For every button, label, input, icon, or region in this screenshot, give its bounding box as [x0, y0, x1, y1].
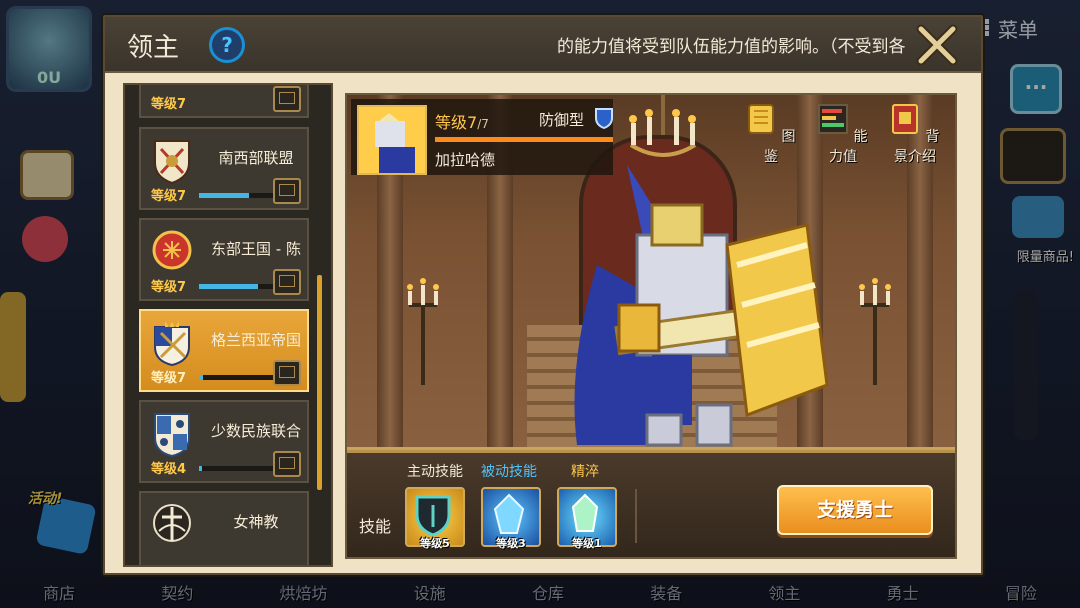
lord-progress-bar — [199, 375, 283, 380]
close-icon[interactable] — [913, 21, 961, 69]
list-item[interactable]: 南西部联盟 等级7 — [139, 127, 309, 210]
knight-sprite — [574, 165, 829, 447]
candelabra-icon — [407, 278, 439, 385]
story-book-icon — [892, 104, 919, 134]
passive-skill-slot[interactable]: 等级3 — [481, 487, 541, 550]
hero-info-card: 等级7/7 防御型 加拉哈德 — [351, 99, 613, 175]
hero-type: 防御型 — [539, 111, 585, 129]
lord-level: 等级7 — [151, 97, 187, 112]
hero-portrait[interactable] — [357, 105, 427, 175]
lord-level: 等级7 — [151, 189, 187, 204]
hero-name: 加拉哈德 — [435, 151, 496, 169]
refine-skill-slot[interactable]: 等级1 — [557, 487, 617, 550]
list-item[interactable]: 等级7 — [139, 85, 309, 118]
ice-crystal-skill-icon — [571, 493, 599, 532]
list-item[interactable]: 女神教 — [139, 491, 309, 565]
gransia-empire-emblem-icon — [154, 321, 190, 367]
stats-icon — [818, 104, 849, 134]
help-icon[interactable]: ? — [209, 27, 245, 63]
dark-shield-skill-icon — [415, 495, 451, 537]
lord-name: 东部王国 - 陈 — [211, 240, 301, 258]
lord-list[interactable]: 等级7 南西部联盟 等级7 东部王国 - 陈 等级7 格兰西亚帝国 等级7 少数… — [123, 83, 333, 567]
shield-icon — [595, 108, 613, 129]
codex-icon[interactable] — [273, 86, 301, 112]
skills-divider — [635, 489, 637, 543]
info-marquee: 的能力值将受到队伍能力值的影响。（不受到各 — [557, 37, 906, 57]
lord-level: 等级7 — [151, 280, 187, 295]
hero-actions: 图鉴 能力值 背景介绍 — [741, 103, 945, 166]
hero-level: 等级7/7 — [435, 113, 489, 132]
lord-progress-bar — [199, 284, 283, 289]
blue-crystal-skill-icon — [493, 493, 525, 534]
eastern-kingdom-emblem-icon — [152, 230, 192, 270]
southwest-alliance-emblem-icon — [154, 140, 190, 185]
codex-icon[interactable] — [273, 178, 301, 204]
dialog-title: 领主 — [127, 33, 180, 63]
codex-icon[interactable] — [273, 269, 301, 295]
hero-xp-bar — [435, 137, 613, 142]
lord-progress-bar — [199, 193, 283, 198]
codex-button[interactable]: 图鉴 — [741, 103, 801, 166]
minority-union-emblem-icon — [154, 413, 190, 458]
dialog-header: 领主 ? 的能力值将受到队伍能力值的影响。（不受到各 — [105, 17, 981, 73]
active-skill-header: 主动技能 — [407, 464, 463, 480]
codex-icon[interactable] — [273, 360, 301, 386]
candelabra-icon — [859, 278, 891, 385]
codex-icon[interactable] — [273, 451, 301, 477]
support-hero-button[interactable]: 支援勇士 — [777, 485, 933, 535]
lord-level: 等级7 — [151, 371, 187, 386]
lord-name: 少数民族联合 — [210, 422, 301, 440]
book-icon — [748, 104, 775, 134]
lord-level: 等级4 — [151, 462, 187, 477]
skills-bar: 主动技能 被动技能 精淬 技能 等级5 等级3 等级1 支援勇士 — [347, 450, 955, 557]
active-skill-slot[interactable]: 等级5 — [405, 487, 465, 550]
skills-label: 技能 — [359, 517, 392, 536]
background-story-button[interactable]: 背景介绍 — [885, 103, 945, 166]
list-item[interactable]: 少数民族联合 等级4 — [139, 400, 309, 483]
stats-button[interactable]: 能力值 — [813, 103, 873, 166]
list-item-selected[interactable]: 格兰西亚帝国 等级7 — [139, 309, 309, 392]
lord-progress-bar — [199, 466, 283, 471]
lord-name: 女神教 — [233, 513, 279, 531]
goddess-cult-emblem-icon — [153, 504, 191, 542]
list-item[interactable]: 东部王国 - 陈 等级7 — [139, 218, 309, 301]
lord-dialog: 领主 ? 的能力值将受到队伍能力值的影响。（不受到各 等级7 南西部联盟 等级7 — [103, 15, 983, 575]
passive-skill-header: 被动技能 — [481, 464, 537, 480]
lord-name: 南西部联盟 — [218, 149, 294, 167]
lord-detail-panel: 等级7/7 防御型 加拉哈德 图鉴 能力值 背景介绍 主动技能 被动技能 精淬 … — [345, 93, 957, 559]
refine-skill-header: 精淬 — [571, 464, 599, 480]
lord-name: 格兰西亚帝国 — [210, 331, 301, 349]
list-scrollbar[interactable] — [317, 275, 322, 490]
